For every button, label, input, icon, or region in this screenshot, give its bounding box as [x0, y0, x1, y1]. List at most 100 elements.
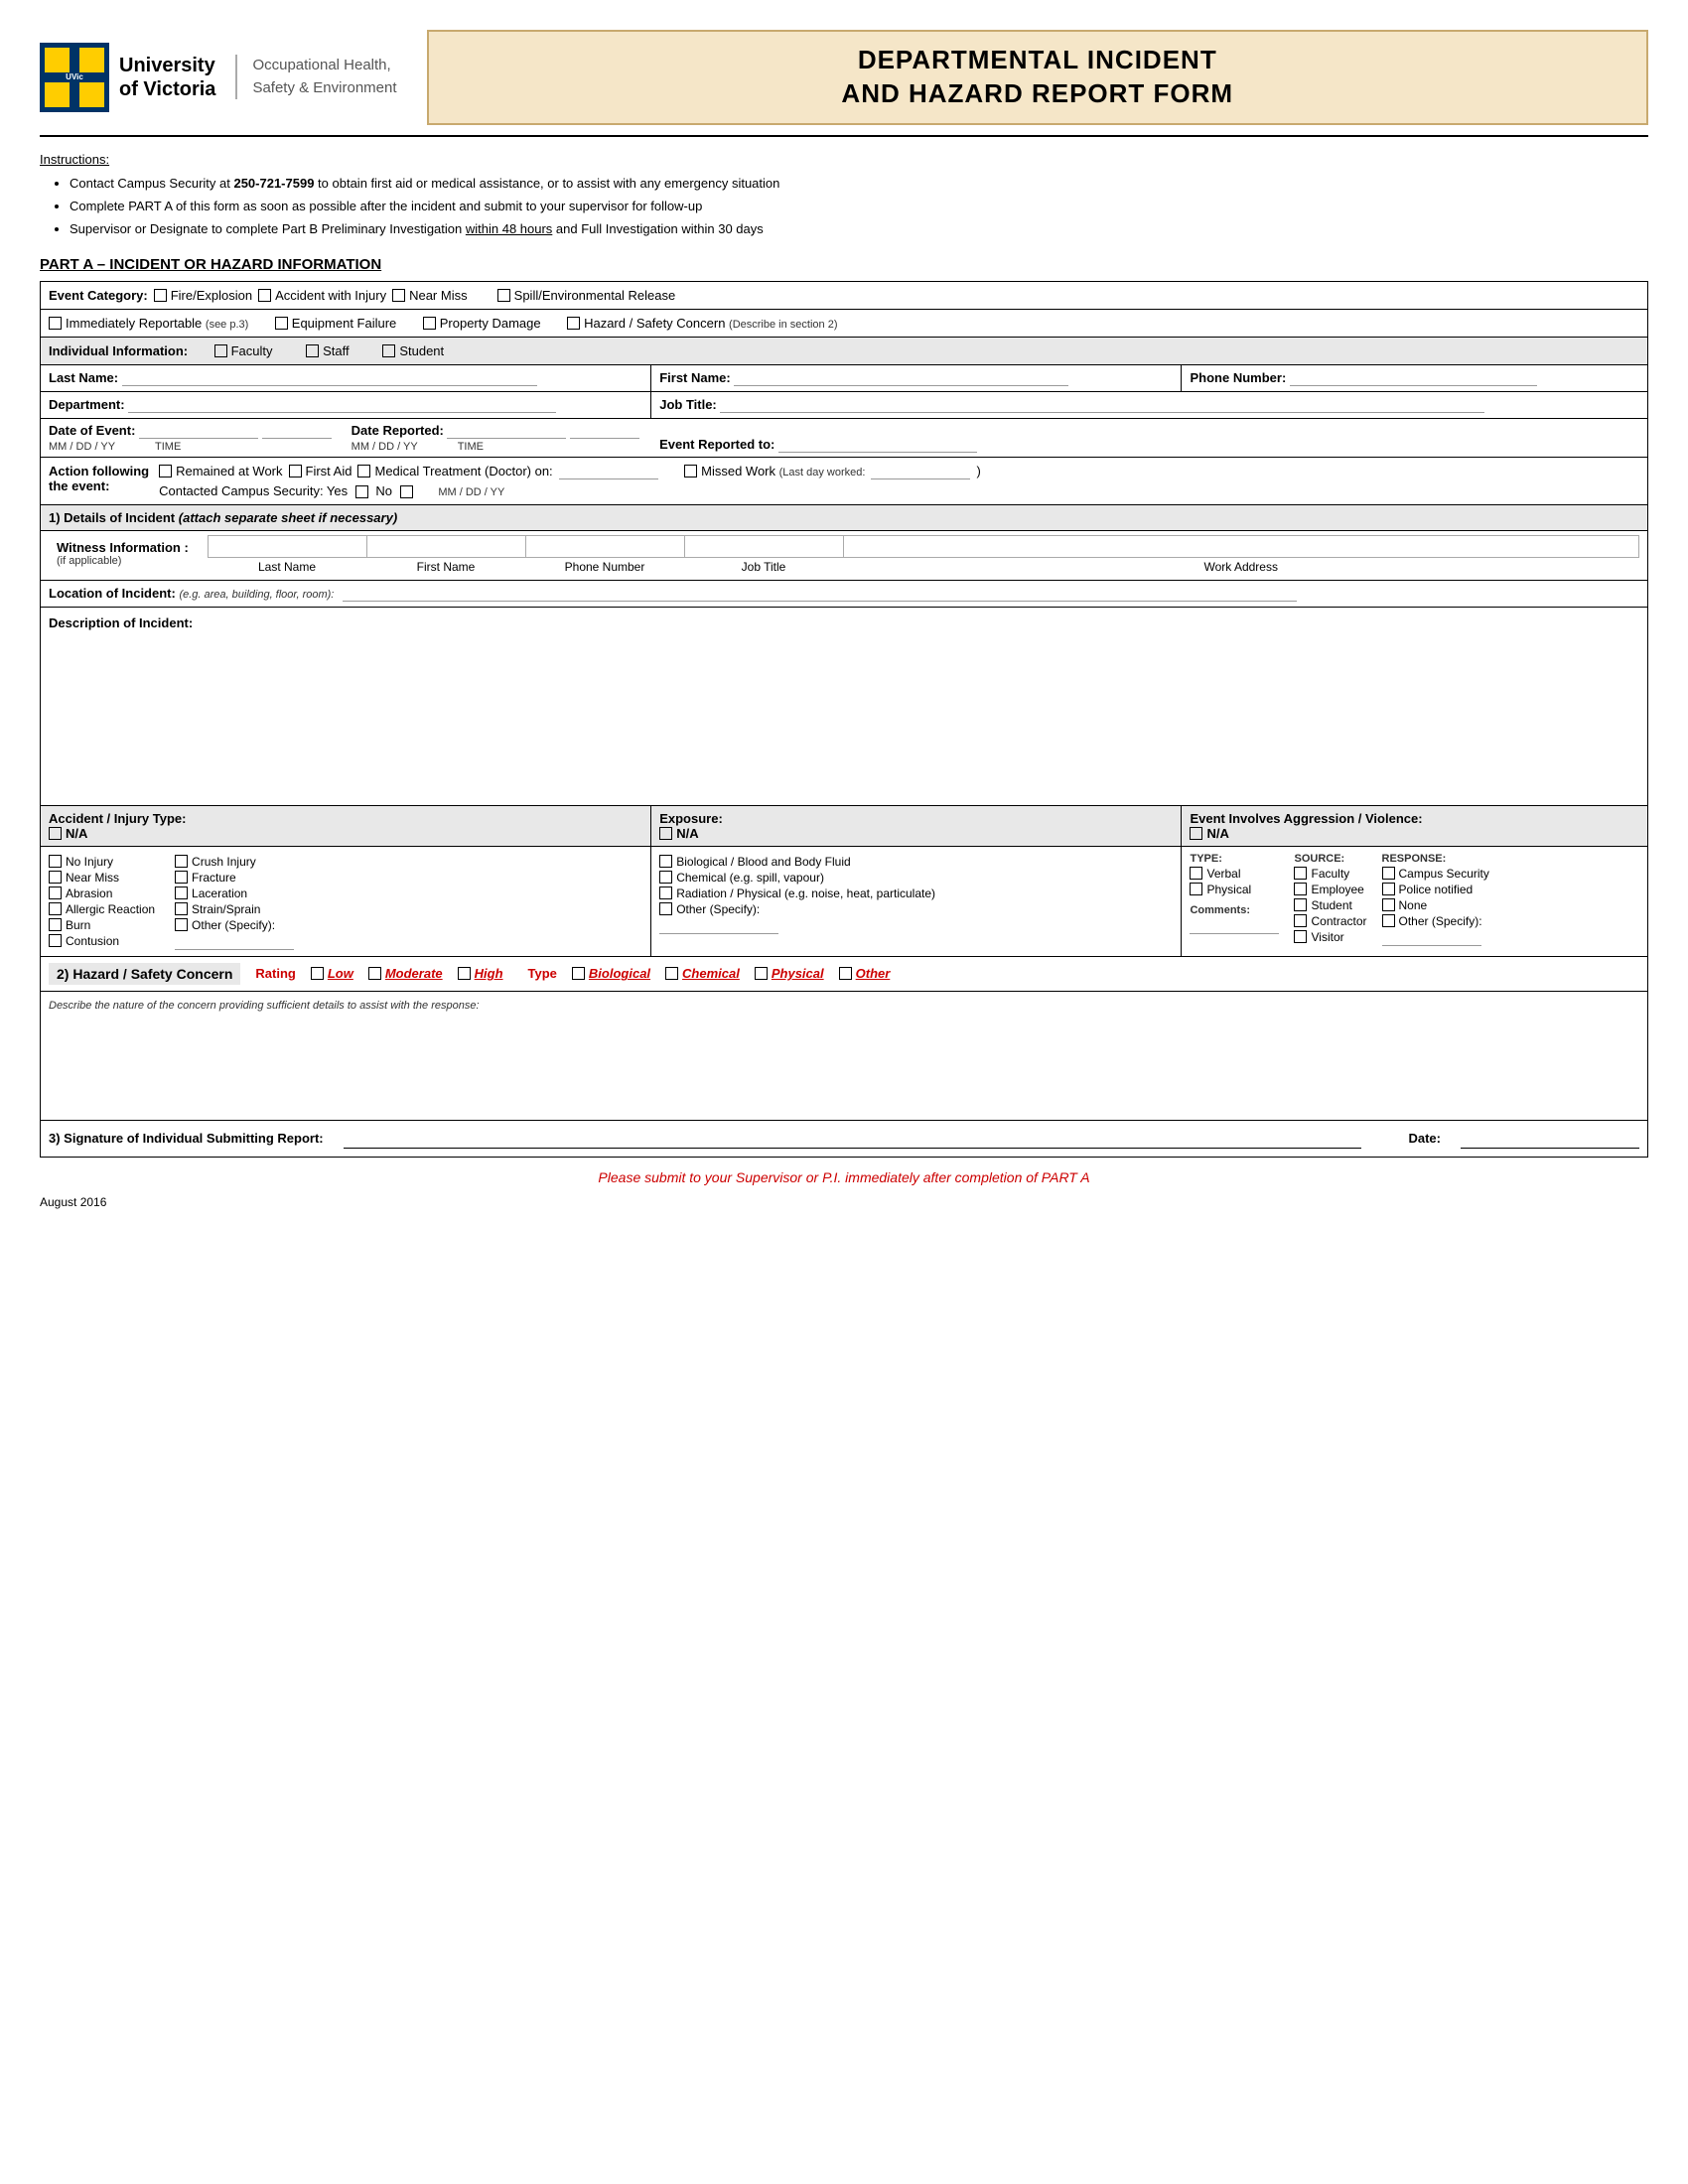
- fracture-checkbox[interactable]: [175, 871, 188, 884]
- first-name-input[interactable]: [734, 370, 1067, 386]
- strain-sprain-checkbox[interactable]: [175, 902, 188, 915]
- low-rating-checkbox[interactable]: [311, 967, 324, 980]
- other-specify-injury-option[interactable]: Other (Specify):: [175, 918, 294, 932]
- hazard-safety-option[interactable]: Hazard / Safety Concern (Describe in sec…: [567, 316, 837, 331]
- exposure-na-option[interactable]: N/A: [659, 826, 1173, 841]
- equipment-failure-checkbox[interactable]: [275, 317, 288, 330]
- witness-job-title-input[interactable]: [691, 539, 837, 554]
- date-of-event-input[interactable]: [139, 423, 258, 439]
- hazard-safety-checkbox[interactable]: [567, 317, 580, 330]
- low-rating-option[interactable]: Low: [311, 966, 353, 981]
- laceration-checkbox[interactable]: [175, 887, 188, 899]
- medical-treatment-option[interactable]: Medical Treatment (Doctor) on:: [357, 464, 552, 478]
- crush-injury-option[interactable]: Crush Injury: [175, 855, 294, 869]
- aggression-na-checkbox[interactable]: [1190, 827, 1202, 840]
- source-faculty-option[interactable]: Faculty: [1294, 867, 1366, 881]
- last-name-input[interactable]: [122, 370, 538, 386]
- aggression-na-option[interactable]: N/A: [1190, 826, 1639, 841]
- abrasion-checkbox[interactable]: [49, 887, 62, 899]
- section2-description-textarea[interactable]: [49, 1012, 1639, 1101]
- radiation-checkbox[interactable]: [659, 887, 672, 899]
- biological-type-option[interactable]: Biological: [572, 966, 650, 981]
- injury-na-option[interactable]: N/A: [49, 826, 642, 841]
- fire-explosion-checkbox[interactable]: [154, 289, 167, 302]
- staff-option[interactable]: Staff: [306, 343, 350, 358]
- medical-treatment-date-input[interactable]: [559, 464, 658, 479]
- faculty-checkbox[interactable]: [214, 344, 227, 357]
- immediately-reportable-checkbox[interactable]: [49, 317, 62, 330]
- spill-option[interactable]: Spill/Environmental Release: [497, 288, 676, 303]
- burn-checkbox[interactable]: [49, 918, 62, 931]
- other-specify-exposure-option[interactable]: Other (Specify):: [659, 902, 1173, 916]
- witness-first-name-input[interactable]: [373, 539, 519, 554]
- description-textarea[interactable]: [49, 630, 1639, 789]
- witness-fn-input-cell[interactable]: [366, 535, 525, 557]
- abrasion-option[interactable]: Abrasion: [49, 887, 155, 900]
- chemical-type-checkbox[interactable]: [665, 967, 678, 980]
- moderate-rating-checkbox[interactable]: [368, 967, 381, 980]
- property-damage-option[interactable]: Property Damage: [423, 316, 541, 331]
- no-checkbox[interactable]: [400, 485, 413, 498]
- near-miss-option[interactable]: Near Miss: [392, 288, 468, 303]
- radiation-option[interactable]: Radiation / Physical (e.g. noise, heat, …: [659, 887, 1173, 900]
- strain-sprain-option[interactable]: Strain/Sprain: [175, 902, 294, 916]
- accident-injury-option[interactable]: Accident with Injury: [258, 288, 386, 303]
- witness-address-input[interactable]: [850, 539, 1633, 554]
- verbal-option[interactable]: Verbal: [1190, 867, 1279, 881]
- source-student-checkbox[interactable]: [1294, 898, 1307, 911]
- event-reported-to-input[interactable]: [778, 437, 977, 453]
- campus-security-response-checkbox[interactable]: [1382, 867, 1395, 880]
- fire-explosion-option[interactable]: Fire/Explosion: [154, 288, 252, 303]
- medical-treatment-checkbox[interactable]: [357, 465, 370, 478]
- student-option[interactable]: Student: [382, 343, 444, 358]
- no-injury-option[interactable]: No Injury: [49, 855, 155, 869]
- other-specify-exposure-checkbox[interactable]: [659, 902, 672, 915]
- chemical-type-option[interactable]: Chemical: [665, 966, 740, 981]
- verbal-checkbox[interactable]: [1190, 867, 1202, 880]
- accident-injury-checkbox[interactable]: [258, 289, 271, 302]
- time-of-event-input[interactable]: [262, 423, 332, 439]
- first-aid-option[interactable]: First Aid: [289, 464, 352, 478]
- fracture-option[interactable]: Fracture: [175, 871, 294, 885]
- crush-injury-checkbox[interactable]: [175, 855, 188, 868]
- student-checkbox[interactable]: [382, 344, 395, 357]
- physical-type-checkbox[interactable]: [755, 967, 768, 980]
- other-specify-injury-checkbox[interactable]: [175, 918, 188, 931]
- date-reported-input[interactable]: [447, 423, 566, 439]
- first-aid-checkbox[interactable]: [289, 465, 302, 478]
- property-damage-checkbox[interactable]: [423, 317, 436, 330]
- other-type-option[interactable]: Other: [839, 966, 891, 981]
- near-miss2-option[interactable]: Near Miss: [49, 871, 155, 885]
- police-notified-checkbox[interactable]: [1382, 883, 1395, 895]
- equipment-failure-option[interactable]: Equipment Failure: [275, 316, 397, 331]
- campus-security-response-option[interactable]: Campus Security: [1382, 867, 1489, 881]
- exposure-na-checkbox[interactable]: [659, 827, 672, 840]
- biological-option[interactable]: Biological / Blood and Body Fluid: [659, 855, 1173, 869]
- source-visitor-option[interactable]: Visitor: [1294, 930, 1366, 944]
- chemical-checkbox[interactable]: [659, 871, 672, 884]
- chemical-option[interactable]: Chemical (e.g. spill, vapour): [659, 871, 1173, 885]
- remained-at-work-option[interactable]: Remained at Work: [159, 464, 282, 478]
- near-miss-checkbox[interactable]: [392, 289, 405, 302]
- other-specify-response-checkbox[interactable]: [1382, 914, 1395, 927]
- biological-type-checkbox[interactable]: [572, 967, 585, 980]
- source-faculty-checkbox[interactable]: [1294, 867, 1307, 880]
- biological-checkbox[interactable]: [659, 855, 672, 868]
- injury-na-checkbox[interactable]: [49, 827, 62, 840]
- source-student-option[interactable]: Student: [1294, 898, 1366, 912]
- near-miss2-checkbox[interactable]: [49, 871, 62, 884]
- witness-jobtitle-input-cell[interactable]: [684, 535, 843, 557]
- phone-number-input[interactable]: [1290, 370, 1537, 386]
- spill-checkbox[interactable]: [497, 289, 510, 302]
- source-employee-option[interactable]: Employee: [1294, 883, 1366, 896]
- physical-type-option[interactable]: Physical: [755, 966, 824, 981]
- high-rating-checkbox[interactable]: [458, 967, 471, 980]
- source-contractor-option[interactable]: Contractor: [1294, 914, 1366, 928]
- no-injury-checkbox[interactable]: [49, 855, 62, 868]
- other-type-checkbox[interactable]: [839, 967, 852, 980]
- none-response-checkbox[interactable]: [1382, 898, 1395, 911]
- contusion-checkbox[interactable]: [49, 934, 62, 947]
- witness-address-input-cell[interactable]: [843, 535, 1639, 557]
- none-response-option[interactable]: None: [1382, 898, 1489, 912]
- staff-checkbox[interactable]: [306, 344, 319, 357]
